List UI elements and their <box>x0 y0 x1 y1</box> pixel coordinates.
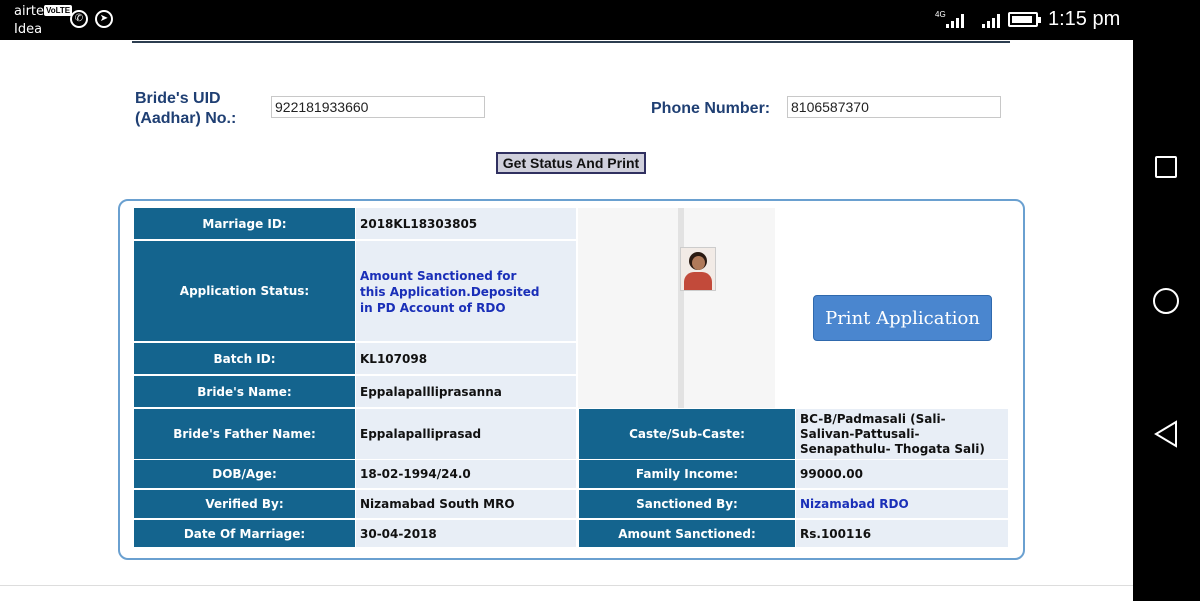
signal-icon <box>946 12 964 28</box>
batch-id-label: Batch ID: <box>134 343 355 374</box>
carrier-secondary: Idea <box>14 22 43 37</box>
status-bar: airtel VoLTE Idea ✆ ➤ 4G 1:15 pm <box>0 0 1200 40</box>
signal-icon <box>982 12 1000 28</box>
brides-father-name-label: Bride's Father Name: <box>134 409 355 459</box>
uid-label-line1: Bride's UID <box>135 90 221 107</box>
verified-by-value: Nizamabad South MRO <box>356 490 576 518</box>
web-page: Bride's UID (Aadhar) No.: Phone Number: … <box>0 40 1133 585</box>
marriage-id-value: 2018KL18303805 <box>356 208 576 239</box>
uid-label: Bride's UID (Aadhar) No.: <box>135 89 236 129</box>
navigation-bar <box>1133 40 1200 600</box>
square-nav-icon[interactable] <box>1155 156 1177 178</box>
telegram-icon: ➤ <box>95 10 113 28</box>
volte-badge: VoLTE <box>44 5 73 16</box>
brides-father-name-value: Eppalapalliprasad <box>356 409 576 459</box>
get-status-button[interactable]: Get Status And Print <box>496 152 646 174</box>
sanctioned-by-value: Nizamabad RDO <box>796 490 1008 518</box>
carrier-primary: airtel <box>14 4 48 19</box>
caste-label: Caste/Sub-Caste: <box>579 409 795 459</box>
whatsapp-icon: ✆ <box>70 10 88 28</box>
circle-nav-icon[interactable] <box>1153 288 1179 314</box>
amount-sanctioned-value: Rs.100116 <box>796 520 1008 547</box>
network-type-label: 4G <box>935 10 946 19</box>
brides-name-label: Bride's Name: <box>134 376 355 407</box>
print-application-button[interactable]: Print Application <box>813 295 992 341</box>
uid-input[interactable] <box>271 96 485 118</box>
bride-photo <box>680 247 716 291</box>
caste-value: BC-B/Padmasali (Sali- Salivan-Pattusali-… <box>796 409 1008 459</box>
phone-label: Phone Number: <box>651 100 771 117</box>
family-income-value: 99000.00 <box>796 460 1008 488</box>
marriage-id-label: Marriage ID: <box>134 208 355 239</box>
uid-label-line2: (Aadhar) No.: <box>135 110 237 127</box>
date-of-marriage-label: Date Of Marriage: <box>134 520 355 547</box>
dob-age-value: 18-02-1994/24.0 <box>356 460 576 488</box>
back-nav-icon[interactable] <box>1153 420 1179 448</box>
battery-icon <box>1008 12 1041 27</box>
page-bottom-edge <box>0 585 1133 601</box>
application-status-value: Amount Sanctioned for this Application.D… <box>356 241 576 341</box>
clock: 1:15 pm <box>1048 8 1121 30</box>
family-income-label: Family Income: <box>579 460 795 488</box>
dob-age-label: DOB/Age: <box>134 460 355 488</box>
phone-input[interactable] <box>787 96 1001 118</box>
application-status-label: Application Status: <box>134 241 355 341</box>
date-of-marriage-value: 30-04-2018 <box>356 520 576 547</box>
verified-by-label: Verified By: <box>134 490 355 518</box>
amount-sanctioned-label: Amount Sanctioned: <box>579 520 795 547</box>
photo-background <box>578 208 775 408</box>
batch-id-value: KL107098 <box>356 343 576 374</box>
sanctioned-by-label: Sanctioned By: <box>579 490 795 518</box>
header-divider <box>132 41 1010 43</box>
brides-name-value: Eppalapallliprasanna <box>356 376 576 407</box>
